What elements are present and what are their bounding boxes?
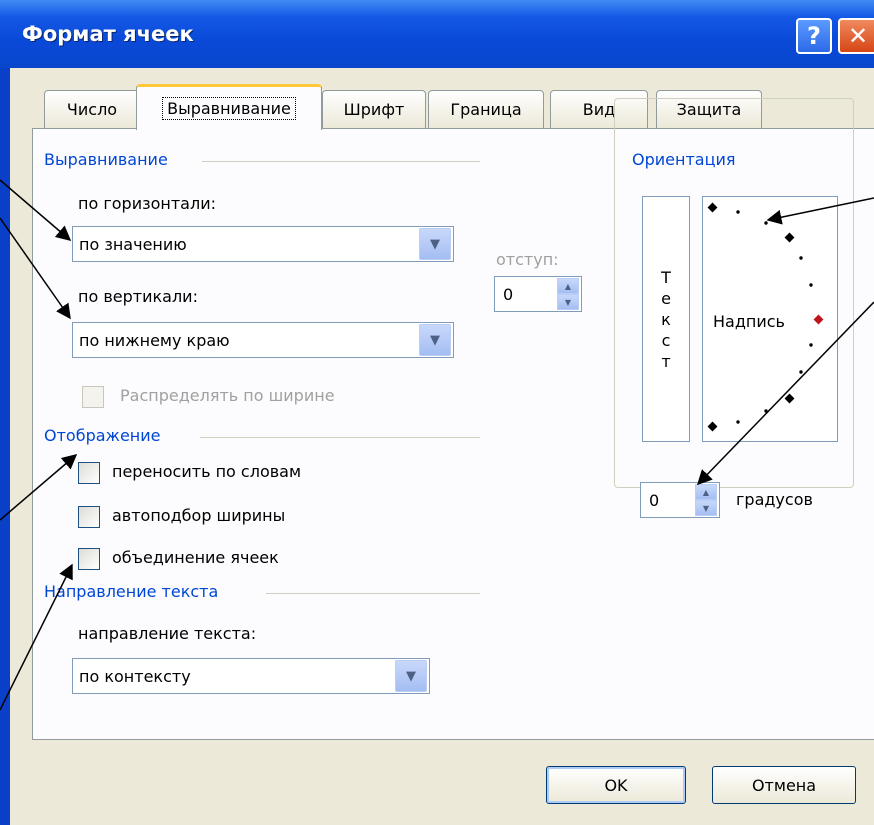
shrink-to-fit-checkbox[interactable] xyxy=(78,506,100,528)
wrap-text-checkbox[interactable] xyxy=(78,462,100,484)
tab-border[interactable]: Граница xyxy=(428,90,544,128)
indent-label: отступ: xyxy=(496,250,559,269)
text-direction-label: направление текста: xyxy=(78,624,257,643)
spin-arrows-icon[interactable]: ▲ ▼ xyxy=(695,484,717,516)
vertical-text-letter: Т xyxy=(661,267,671,287)
tab-label: Граница xyxy=(450,100,522,119)
orientation-group-label: Ориентация xyxy=(630,150,738,169)
dialog-title: Формат ячеек xyxy=(22,22,194,46)
text-direction-select[interactable]: по контексту ▼ xyxy=(72,658,430,694)
dial-dot xyxy=(809,283,813,287)
tab-label: Шрифт xyxy=(343,100,405,119)
vertical-label: по вертикали: xyxy=(78,287,198,306)
dial-marker-upper xyxy=(784,232,795,243)
indent-value: 0 xyxy=(503,284,514,304)
close-icon: ✕ xyxy=(847,22,869,50)
tab-label: Вид xyxy=(582,100,616,119)
cancel-button[interactable]: Отмена xyxy=(712,766,856,804)
degrees-value: 0 xyxy=(649,490,660,510)
vertical-text-toggle[interactable]: Т е к с т xyxy=(642,196,690,442)
cancel-button-label: Отмена xyxy=(751,775,817,795)
vertical-text-letter: т xyxy=(661,351,671,371)
distribute-checkbox[interactable] xyxy=(82,386,104,408)
vertical-text-letter: е xyxy=(661,288,671,308)
tab-number[interactable]: Число xyxy=(44,90,140,128)
vertical-align-select[interactable]: по нижнему краю ▼ xyxy=(72,322,454,358)
degrees-label: градусов xyxy=(736,490,813,509)
dial-marker-lower xyxy=(784,393,795,404)
help-icon: ? xyxy=(807,22,821,50)
title-bar[interactable]: Формат ячеек ? ✕ xyxy=(0,0,874,68)
alignment-group-label: Выравнивание xyxy=(44,150,168,169)
tab-label: Выравнивание xyxy=(162,97,296,120)
dial-dot xyxy=(799,370,803,374)
horizontal-align-select[interactable]: по значению ▼ xyxy=(72,226,454,262)
dial-dot xyxy=(809,343,813,347)
chevron-down-icon[interactable]: ▼ xyxy=(419,228,451,260)
vertical-align-value: по нижнему краю xyxy=(79,330,230,350)
wrap-text-label: переносить по словам xyxy=(112,462,302,481)
ok-button-label: OK xyxy=(604,775,628,795)
dial-dot xyxy=(764,221,768,225)
tab-alignment[interactable]: Выравнивание xyxy=(136,84,322,130)
text-direction-value: по контексту xyxy=(79,666,191,686)
dial-dot xyxy=(799,256,803,260)
dial-marker-top xyxy=(707,202,718,213)
merge-cells-checkbox[interactable] xyxy=(78,548,100,570)
text-direction-group-label: Направление текста xyxy=(44,582,219,601)
spin-arrows-icon[interactable]: ▲ ▼ xyxy=(557,278,579,310)
chevron-down-icon[interactable]: ▼ xyxy=(419,324,451,356)
group-divider xyxy=(266,593,480,594)
ok-button[interactable]: OK xyxy=(546,766,686,804)
dial-dot xyxy=(736,210,740,214)
tab-label: Число xyxy=(66,100,118,119)
close-button[interactable]: ✕ xyxy=(838,18,874,54)
degrees-spinner[interactable]: 0 ▲ ▼ xyxy=(640,482,720,518)
vertical-text-letter: к xyxy=(661,309,671,329)
indent-spinner[interactable]: 0 ▲ ▼ xyxy=(494,276,582,312)
dial-sample-text: Надпись xyxy=(713,312,785,331)
help-button[interactable]: ? xyxy=(796,18,832,54)
horizontal-align-value: по значению xyxy=(79,234,187,254)
display-group-label: Отображение xyxy=(44,426,161,445)
vertical-text-letter: с xyxy=(661,330,671,350)
horizontal-label: по горизонтали: xyxy=(78,194,216,213)
shrink-to-fit-label: автоподбор ширины xyxy=(112,506,286,525)
merge-cells-label: объединение ячеек xyxy=(112,548,279,567)
distribute-label: Распределять по ширине xyxy=(120,386,335,405)
orientation-dial[interactable]: Надпись xyxy=(702,196,838,442)
dial-marker-bottom xyxy=(707,421,718,432)
format-cells-window: Формат ячеек ? ✕ Число Выравнивание Шриф… xyxy=(0,0,874,825)
dial-dot xyxy=(736,420,740,424)
dial-marker-current[interactable] xyxy=(813,314,824,325)
group-divider xyxy=(202,161,480,162)
chevron-down-icon[interactable]: ▼ xyxy=(395,660,427,692)
tab-font[interactable]: Шрифт xyxy=(322,90,426,128)
dial-dot xyxy=(764,409,768,413)
group-divider xyxy=(200,437,480,438)
